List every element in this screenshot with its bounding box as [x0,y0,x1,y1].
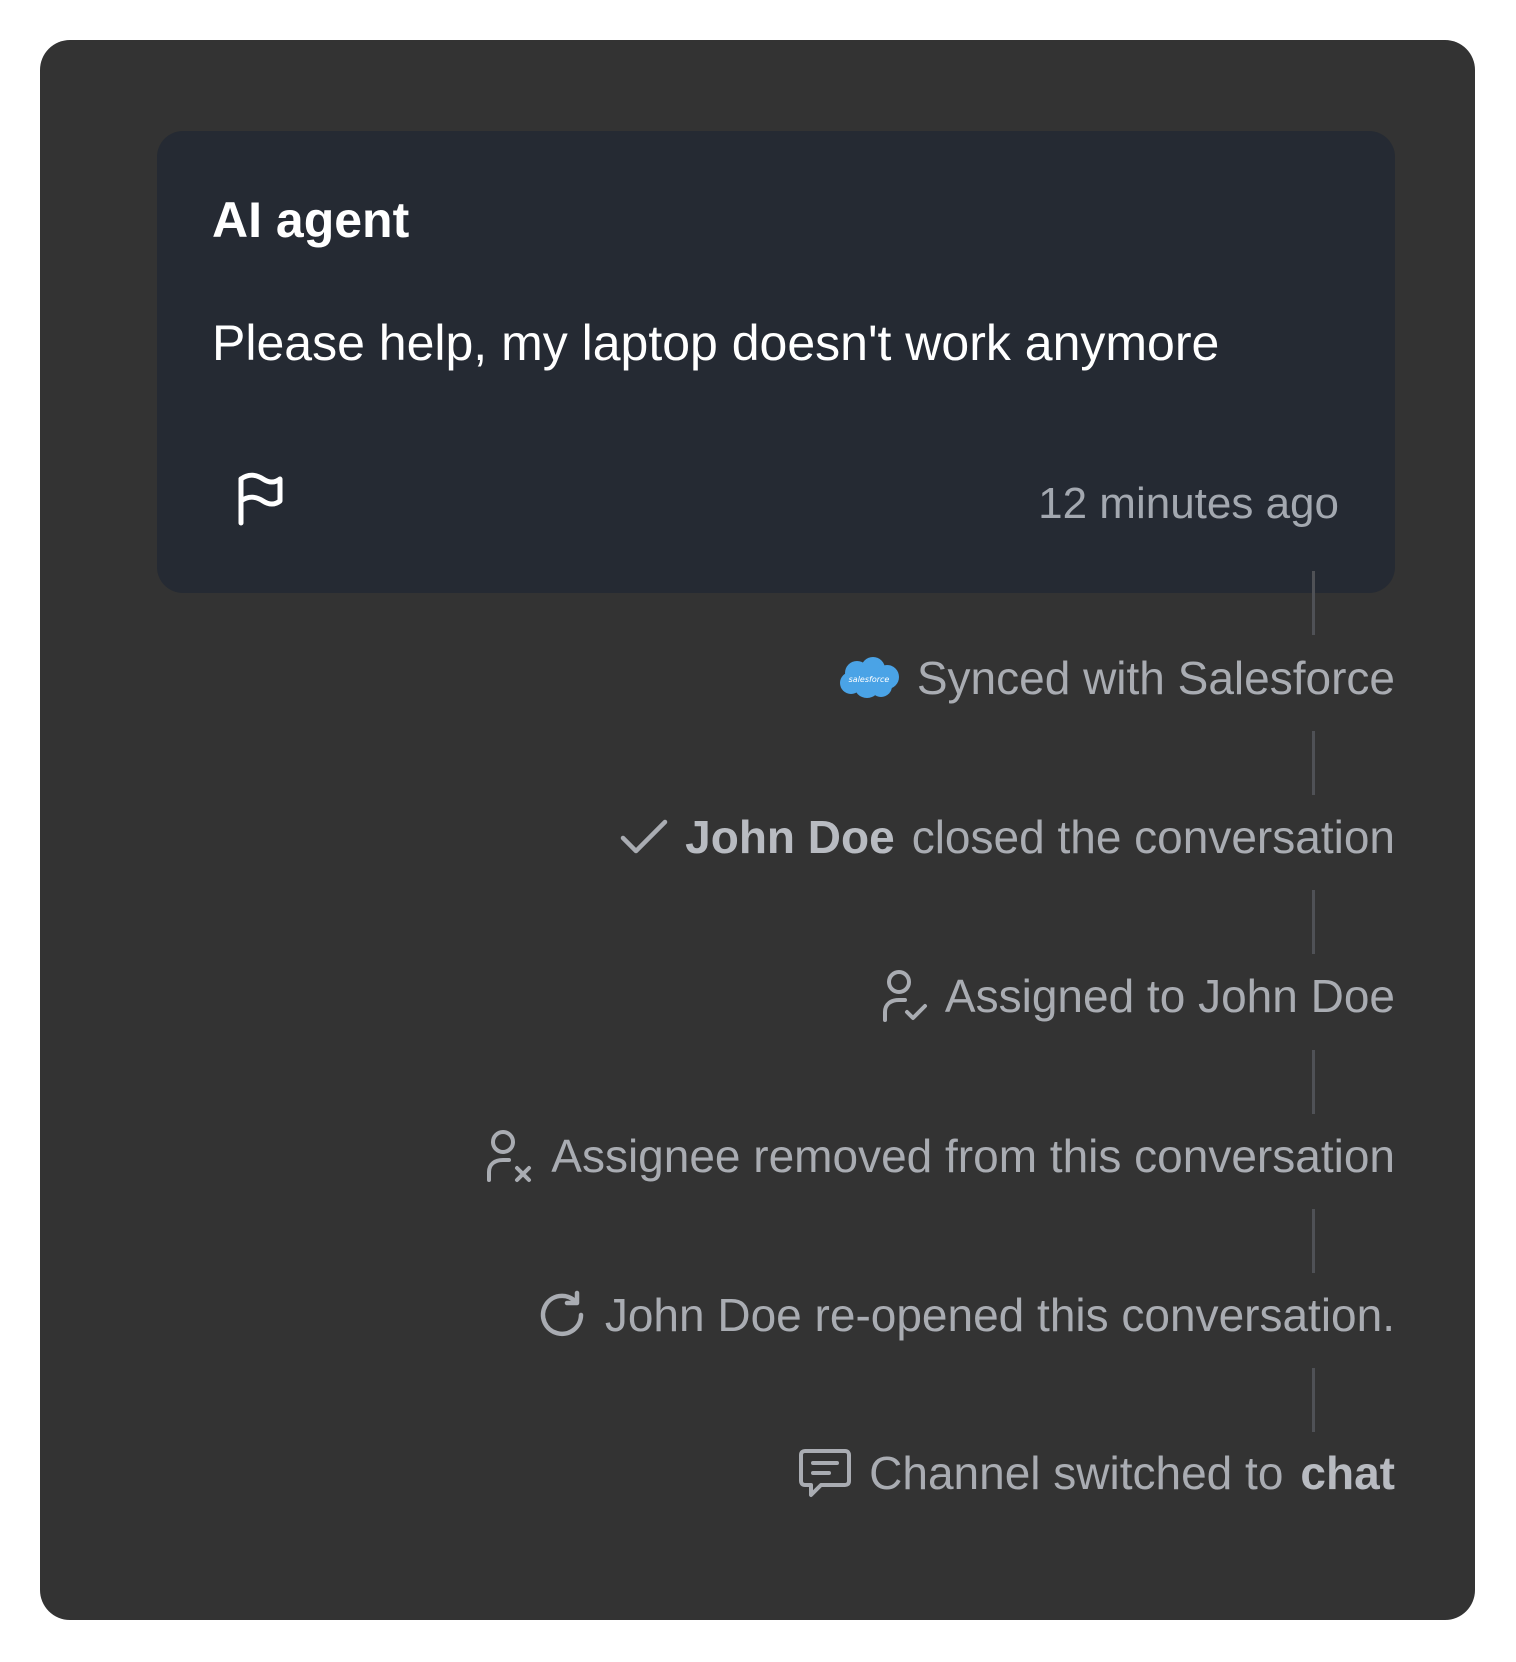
event-text: closed the conversation [911,811,1395,863]
conversation-timeline-panel: AI agent Please help, my laptop doesn't … [40,40,1475,1620]
chat-icon [797,1447,853,1499]
event-channel-switch: Channel switched to chat [797,1443,1395,1503]
event-text: Channel switched to [869,1447,1284,1499]
event-text: Assignee removed from this conversation [551,1130,1395,1182]
event-assigned: Assigned to John Doe [881,966,1395,1026]
timeline-connector [1312,890,1315,954]
event-text: John Doe re-opened this conversation. [604,1289,1395,1341]
timeline-connector [1312,1368,1315,1432]
channel-name: chat [1300,1447,1395,1499]
svg-text:salesforce: salesforce [849,675,890,684]
message-text: Please help, my laptop doesn't work anym… [212,315,1220,371]
timeline-connector [1312,1209,1315,1273]
message-sender: AI agent [212,192,410,248]
timeline-connector [1312,1050,1315,1114]
flag-icon[interactable] [235,471,285,527]
event-text: Synced with Salesforce [916,652,1395,704]
timeline-connector [1312,731,1315,795]
event-closed: John Doe closed the conversation [619,807,1395,867]
event-unassigned: Assignee removed from this conversation [485,1126,1395,1186]
event-actor: John Doe [685,811,895,863]
message-timestamp: 12 minutes ago [1038,479,1339,528]
event-salesforce-sync: salesforce Synced with Salesforce [837,648,1395,708]
salesforce-icon: salesforce [837,655,901,701]
message-card: AI agent Please help, my laptop doesn't … [157,131,1395,593]
user-check-icon [881,968,929,1024]
refresh-icon [537,1289,589,1341]
event-text: Assigned to John Doe [944,970,1395,1022]
check-icon [619,817,669,857]
event-reopened: John Doe re-opened this conversation. [537,1285,1395,1345]
user-x-icon [485,1128,535,1184]
timeline-connector [1312,571,1315,635]
